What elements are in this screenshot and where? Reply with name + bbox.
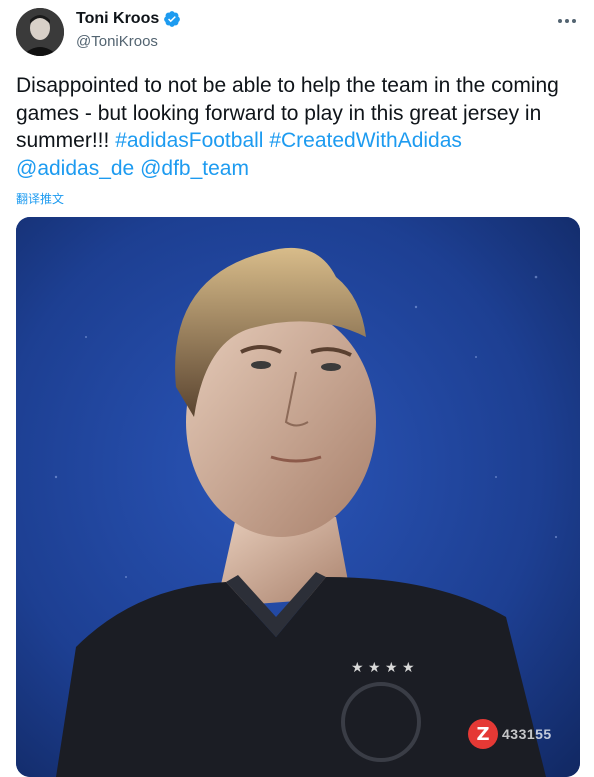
mention-adidas-de[interactable]: @adidas_de [16,157,134,180]
hashtag-adidasfootball[interactable]: #adidasFootball [115,129,263,152]
watermark-text: 433155 [502,726,552,742]
handle[interactable]: @ToniKroos [76,33,158,50]
watermark: Z 433155 [468,718,552,750]
display-name[interactable]: Toni Kroos [76,10,159,28]
more-options-icon[interactable] [554,8,580,34]
svg-text:★ ★ ★ ★: ★ ★ ★ ★ [351,660,415,676]
player-photo: ★ ★ ★ ★ [16,217,580,777]
tweet-photo[interactable]: ★ ★ ★ ★ [16,217,580,777]
mention-dfb-team[interactable]: @dfb_team [140,157,249,180]
watermark-logo-icon: Z [468,719,498,749]
tweet-text: Disappointed to not be able to help the … [16,72,576,182]
avatar[interactable] [16,8,64,56]
hashtag-createdwithadidas[interactable]: #CreatedWithAdidas [269,129,462,152]
name-row: Toni Kroos [76,10,181,28]
verified-badge-icon [163,10,181,28]
translate-tweet-link[interactable]: 翻译推文 [16,190,64,207]
tweet-header: Toni Kroos @ToniKroos [0,0,594,62]
avatar-photo [16,8,64,56]
